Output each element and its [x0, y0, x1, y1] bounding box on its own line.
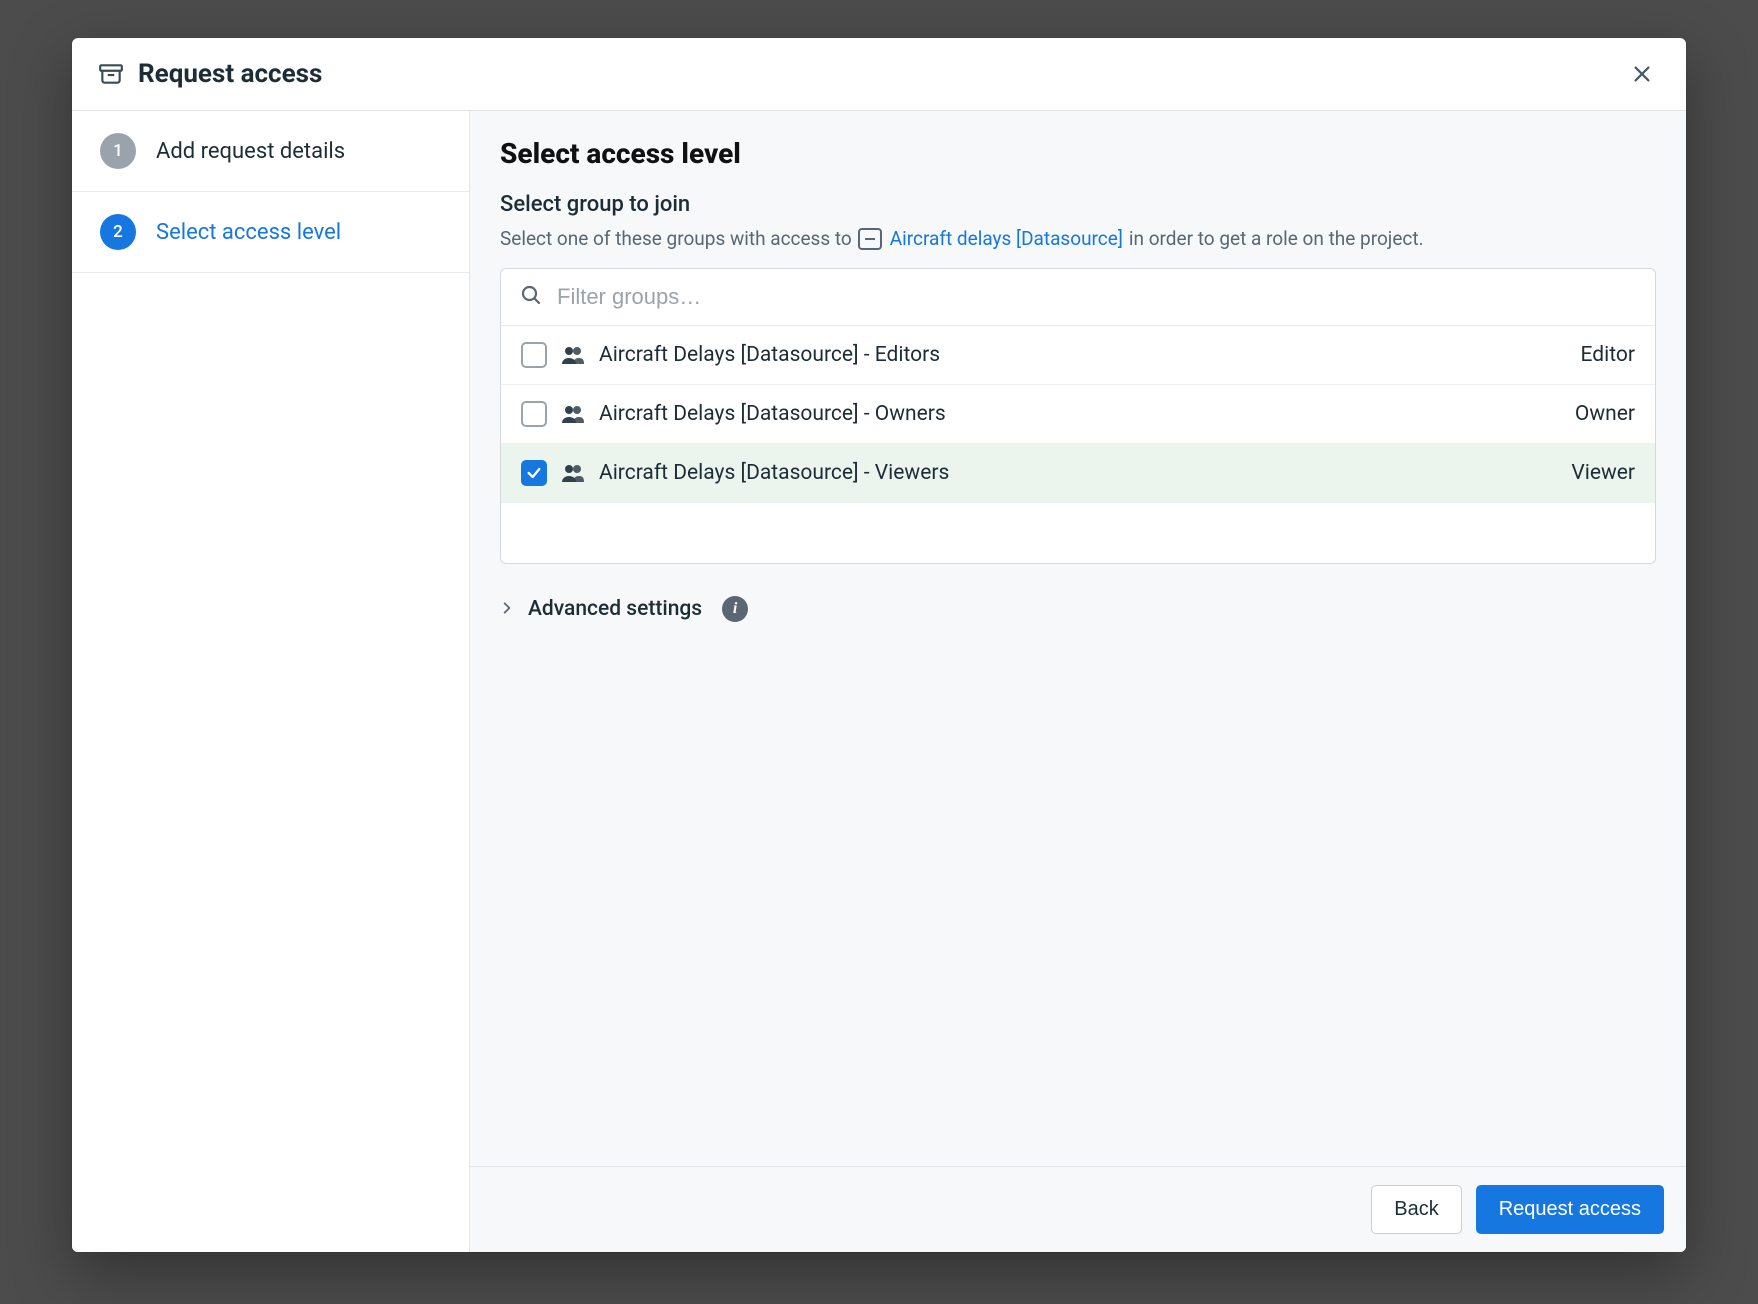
chevron-right-icon	[500, 597, 514, 621]
group-name: Aircraft Delays [Datasource] - Editors	[599, 343, 1567, 367]
search-icon	[519, 283, 543, 311]
group-role: Owner	[1575, 402, 1635, 426]
group-checkbox[interactable]	[521, 401, 547, 427]
target-resource-link[interactable]: Aircraft delays [Datasource]	[858, 227, 1123, 250]
close-button[interactable]	[1624, 56, 1660, 92]
dialog-footer: Back Request access	[470, 1166, 1686, 1252]
group-role: Editor	[1581, 343, 1635, 367]
step-label: Select access level	[156, 220, 341, 245]
group-icon	[561, 462, 585, 484]
group-row-viewers[interactable]: Aircraft Delays [Datasource] - Viewers V…	[501, 444, 1655, 503]
step-add-request-details[interactable]: 1 Add request details	[72, 111, 469, 192]
step-number-badge: 2	[100, 214, 136, 250]
group-icon	[561, 344, 585, 366]
step-number-badge: 1	[100, 133, 136, 169]
group-icon	[561, 403, 585, 425]
info-icon: i	[722, 596, 748, 622]
main-content: Select access level Select group to join…	[470, 111, 1686, 1252]
target-resource-label: Aircraft delays [Datasource]	[890, 227, 1123, 250]
desc-suffix: in order to get a role on the project.	[1129, 227, 1424, 250]
group-row-editors[interactable]: Aircraft Delays [Datasource] - Editors E…	[501, 326, 1655, 385]
group-selection-box: Aircraft Delays [Datasource] - Editors E…	[500, 268, 1656, 564]
select-group-heading: Select group to join	[500, 192, 1656, 217]
group-row-owners[interactable]: Aircraft Delays [Datasource] - Owners Ow…	[501, 385, 1655, 444]
select-group-description: Select one of these groups with access t…	[500, 227, 1656, 250]
steps-sidebar: 1 Add request details 2 Select access le…	[72, 111, 470, 1252]
request-access-button[interactable]: Request access	[1476, 1185, 1664, 1234]
back-button[interactable]: Back	[1371, 1185, 1461, 1234]
dialog-header: Request access	[72, 38, 1686, 111]
filter-row	[501, 269, 1655, 326]
filter-groups-input[interactable]	[557, 284, 1637, 310]
group-name: Aircraft Delays [Datasource] - Viewers	[599, 461, 1557, 485]
desc-prefix: Select one of these groups with access t…	[500, 227, 852, 250]
group-list-spacer	[501, 503, 1655, 563]
archive-icon	[98, 61, 124, 87]
group-checkbox[interactable]	[521, 460, 547, 486]
datasource-icon	[858, 228, 882, 250]
step-label: Add request details	[156, 139, 345, 164]
group-checkbox[interactable]	[521, 342, 547, 368]
advanced-settings-toggle[interactable]: Advanced settings i	[500, 596, 748, 622]
page-title: Select access level	[500, 137, 1656, 170]
request-access-dialog: Request access 1 Add request details 2 S…	[72, 38, 1686, 1252]
group-role: Viewer	[1571, 461, 1635, 485]
group-name: Aircraft Delays [Datasource] - Owners	[599, 402, 1561, 426]
advanced-settings-label: Advanced settings	[528, 597, 702, 621]
step-select-access-level[interactable]: 2 Select access level	[72, 192, 469, 273]
dialog-title: Request access	[138, 59, 322, 89]
